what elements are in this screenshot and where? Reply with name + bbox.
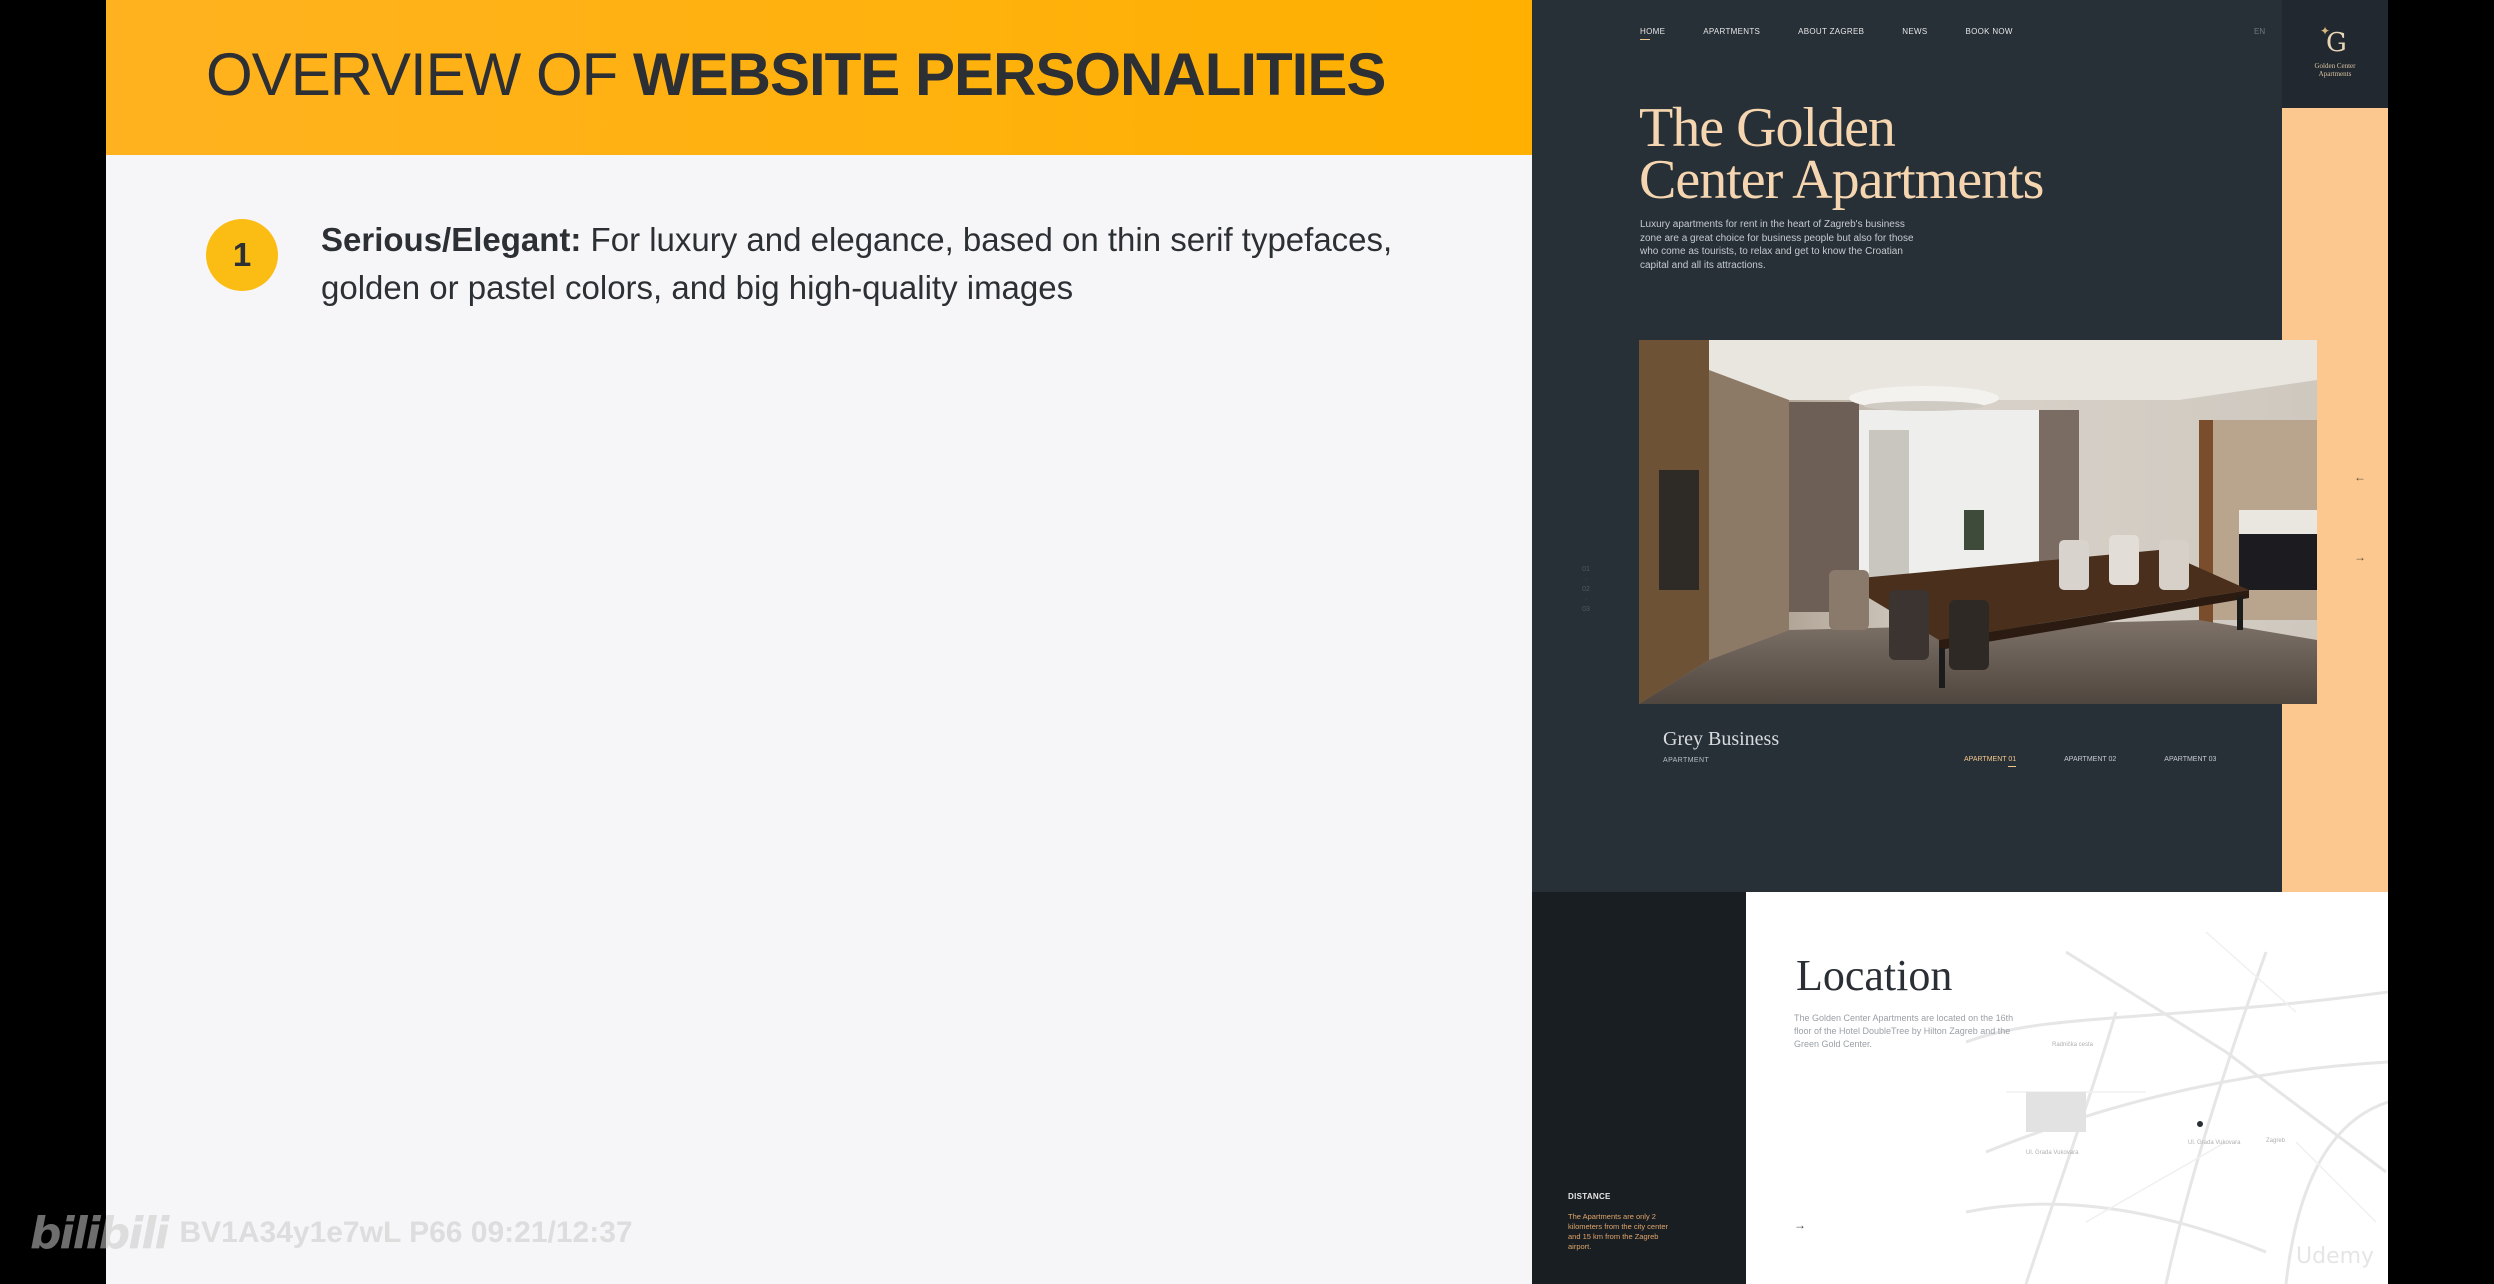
nav-item-book-now[interactable]: BOOK NOW [1965, 27, 2012, 40]
point-number-badge: 1 [206, 219, 278, 291]
map-label-3: Ul. Grada Vukovara [2188, 1140, 2241, 1146]
apartment-tab-03[interactable]: APARTMENT 03 [2164, 756, 2216, 763]
location-title: Location [1796, 951, 1953, 1000]
site-nav: HOME APARTMENTS ABOUT ZAGREB NEWS BOOK N… [1640, 27, 2013, 40]
nav-item-home[interactable]: HOME [1640, 27, 1665, 40]
apartment-tab-01[interactable]: APARTMENT 01 [1964, 756, 2017, 767]
apartment-tabs: APARTMENT 01 APARTMENT 02 APARTMENT 03 [1964, 756, 2216, 767]
apartment-photo-illustration [1639, 340, 2317, 704]
website-screenshot: HOME APARTMENTS ABOUT ZAGREB NEWS BOOK N… [1532, 0, 2388, 1284]
hero-description: Luxury apartments for rent in the heart … [1640, 219, 1914, 271]
personality-point-1: 1 Serious/Elegant: For luxury and elegan… [206, 216, 1506, 326]
hero-title-line2: Center Apartments [1639, 149, 2044, 211]
video-watermark: bilibili BV1A34y1e7wL P66 09:21/12:37 [30, 1205, 633, 1261]
distance-label: DISTANCE [1568, 1192, 1611, 1201]
udemy-watermark: Udemy [2296, 1244, 2375, 1269]
apartment-name: Grey Business [1663, 728, 1780, 750]
logo-name-line1: Golden Center [2314, 62, 2356, 70]
slide-title-regular: OVERVIEW OF [206, 41, 633, 108]
location-panel: Radnička cesta Ul. Grada Vukovara Ul. Gr… [1746, 892, 2388, 1284]
location-map[interactable]: Radnička cesta Ul. Grada Vukovara Ul. Gr… [1966, 892, 2388, 1284]
point-text: Serious/Elegant: For luxury and elegance… [321, 216, 1451, 312]
slide: OVERVIEW OF WEBSITE PERSONALITIES 1 Seri… [106, 0, 1532, 1284]
video-id-timestamp: BV1A34y1e7wL P66 09:21/12:37 [179, 1216, 633, 1249]
distance-text: The Apartments are only 2 kilometers fro… [1568, 1212, 1669, 1251]
map-label-2: Ul. Grada Vukovara [2026, 1150, 2079, 1156]
point-heading: Serious/Elegant: [321, 221, 582, 258]
map-label-4: Zagreb [2266, 1138, 2286, 1144]
slide-indicator[interactable]: 01 · 02 · 03 [1582, 565, 1590, 615]
apartment-tab-02[interactable]: APARTMENT 02 [2064, 756, 2116, 763]
slide-header: OVERVIEW OF WEBSITE PERSONALITIES [106, 0, 1532, 155]
site-logo[interactable]: ✦ G Golden Center Apartments [2282, 0, 2388, 108]
nav-item-news[interactable]: NEWS [1902, 27, 1927, 40]
language-switch[interactable]: EN [2254, 27, 2265, 36]
arrow-right-icon[interactable]: → [2354, 550, 2366, 564]
map-label-1: Radnička cesta [2052, 1042, 2094, 1048]
slide-title: OVERVIEW OF WEBSITE PERSONALITIES [206, 40, 1386, 109]
hero-title: The Golden Center Apartments [1639, 100, 2239, 208]
nav-item-apartments[interactable]: APARTMENTS [1703, 27, 1760, 40]
slide-title-bold: WEBSITE PERSONALITIES [632, 41, 1386, 108]
logo-name: Golden Center Apartments [2282, 62, 2388, 78]
arrow-right-icon[interactable]: → [1794, 1218, 1806, 1232]
arrow-left-icon[interactable]: ← [2354, 470, 2366, 484]
bilibili-logo: bilibili [30, 1207, 169, 1259]
apartment-photo [1639, 340, 2317, 704]
logo-name-line2: Apartments [2318, 70, 2352, 78]
location-text: The Golden Center Apartments are located… [1794, 1013, 2014, 1049]
logo-letter: G [2326, 28, 2347, 58]
apartment-sublabel: APARTMENT [1663, 757, 1710, 764]
nav-item-about-zagreb[interactable]: ABOUT ZAGREB [1798, 27, 1864, 40]
